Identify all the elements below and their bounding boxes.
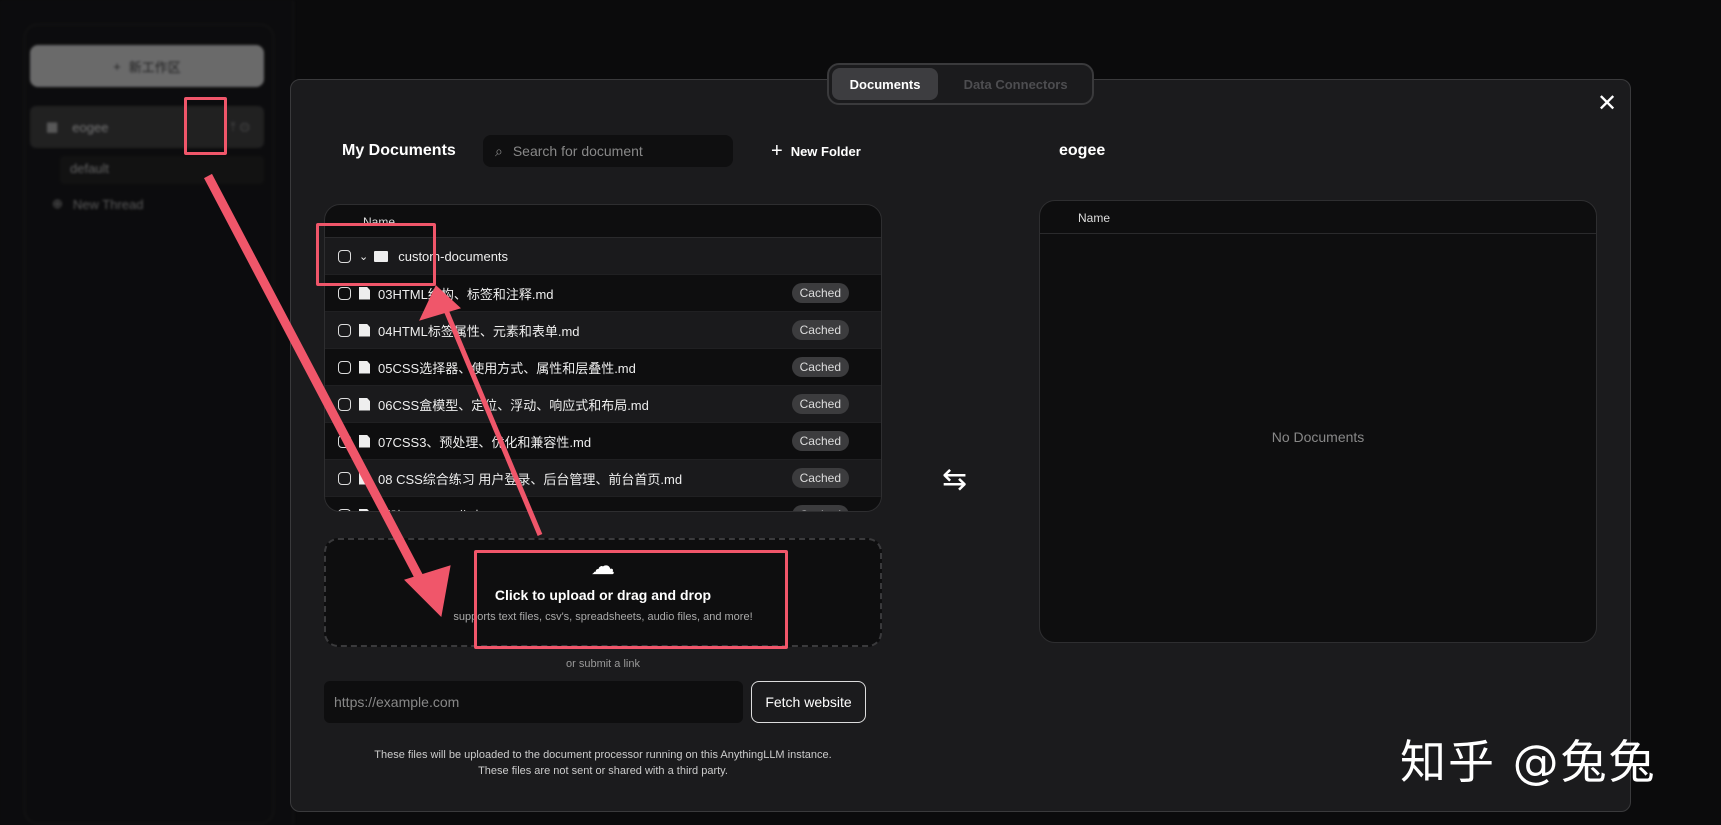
arrow-head-dropzone	[404, 565, 451, 618]
watermark: 知乎 @兔兔	[1400, 735, 1657, 789]
arrow-head-folder	[419, 285, 461, 321]
arrow-to-folder	[440, 302, 543, 536]
annotation-arrows	[204, 173, 543, 618]
arrow-to-dropzone	[204, 173, 434, 601]
